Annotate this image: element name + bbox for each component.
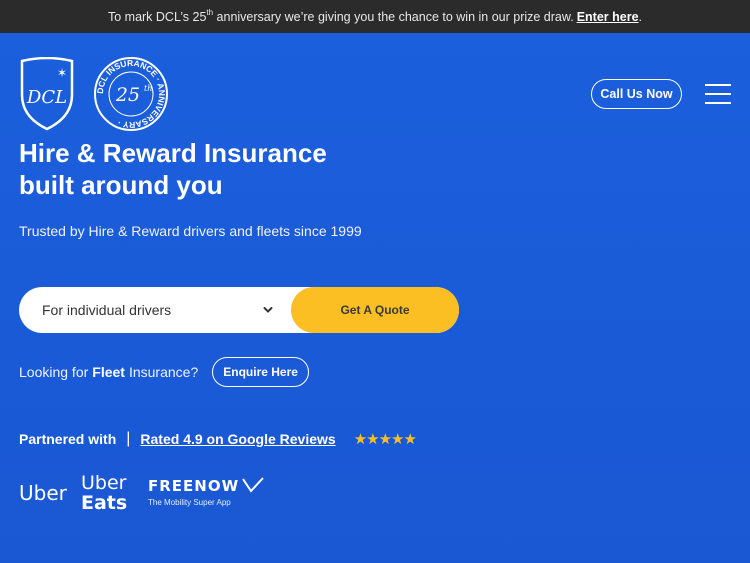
uber-eats-logo: Uber Eats xyxy=(81,472,128,514)
hero-subtitle: Trusted by Hire & Reward drivers and fle… xyxy=(19,223,362,239)
enquire-here-button[interactable]: Enquire Here xyxy=(212,357,309,387)
google-reviews-link[interactable]: Rated 4.9 on Google Reviews xyxy=(140,431,335,447)
separator: | xyxy=(126,430,131,447)
call-us-now-button[interactable]: Call Us Now xyxy=(591,79,682,109)
quote-form: For individual drivers Get A Quote xyxy=(19,287,459,333)
get-a-quote-button[interactable]: Get A Quote xyxy=(291,287,459,333)
announcement-text: To mark DCL’s 25th anniversary we’re giv… xyxy=(107,7,574,24)
hamburger-menu-icon[interactable] xyxy=(705,84,731,104)
enter-here-link[interactable]: Enter here xyxy=(577,10,639,24)
svg-text:25: 25 xyxy=(115,84,140,106)
dcl-shield-logo[interactable]: DCL ✶ xyxy=(18,57,76,131)
fleet-enquiry-row: Looking for Fleet Insurance? Enquire Her… xyxy=(19,357,309,387)
uber-logo: Uber xyxy=(19,481,67,505)
chevron-down-icon xyxy=(263,307,273,313)
announcement-bar: To mark DCL’s 25th anniversary we’re giv… xyxy=(0,0,750,33)
driver-type-value: For individual drivers xyxy=(42,302,172,318)
partnered-with-label: Partnered with xyxy=(19,431,117,447)
partners-rating-row: Partnered with | Rated 4.9 on Google Rev… xyxy=(19,429,417,449)
driver-type-select[interactable]: For individual drivers xyxy=(19,287,291,333)
star-rating-icon: ★★★★★ xyxy=(353,431,417,448)
freenow-logo: FREENOW The Mobility Super App xyxy=(148,477,268,507)
anniversary-seal-logo: DCL INSURANCE · ANNIVERSARY · 25 th xyxy=(94,57,168,131)
hero-section: DCL ✶ DCL INSURANCE · ANNIVERSARY · 25 t… xyxy=(0,33,750,563)
freenow-check-icon xyxy=(241,477,264,493)
svg-text:th: th xyxy=(144,84,152,93)
page-title: Hire & Reward Insurance built around you xyxy=(19,138,327,200)
svg-text:DCL: DCL xyxy=(26,87,67,108)
svg-text:✶: ✶ xyxy=(57,66,67,80)
